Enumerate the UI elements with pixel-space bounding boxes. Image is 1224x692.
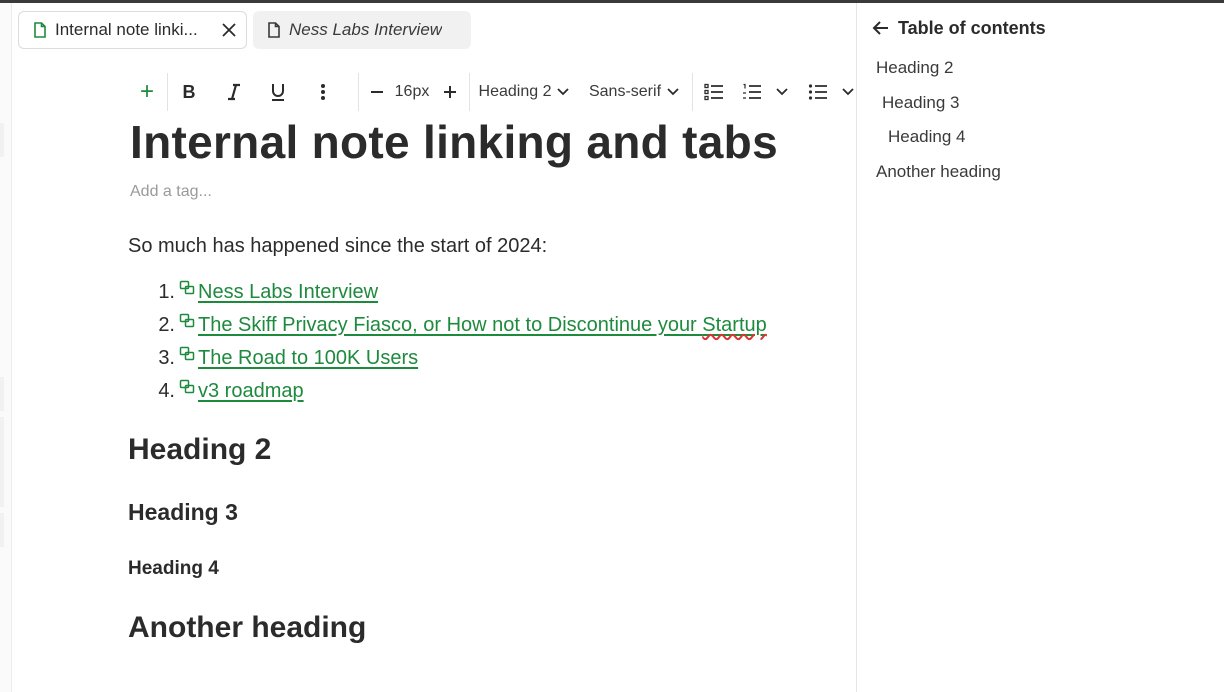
arrow-left-icon[interactable] xyxy=(872,20,890,36)
toc-item-another-heading[interactable]: Another heading xyxy=(876,162,1001,182)
list-item: 1. Ness Labs Interview xyxy=(155,278,378,306)
note-link[interactable]: The Road to 100K Users xyxy=(198,347,418,370)
chevron-down-icon xyxy=(557,88,570,96)
rail-marker xyxy=(0,417,4,507)
internal-link-icon xyxy=(179,280,195,296)
document-icon xyxy=(33,22,47,38)
intro-paragraph: So much has happened since the start of … xyxy=(128,235,548,257)
list-number: 2. xyxy=(158,313,175,336)
checklist-button[interactable] xyxy=(698,69,730,115)
heading-2: Heading 2 xyxy=(128,433,272,466)
increase-font-size-button[interactable] xyxy=(435,69,465,115)
numbered-list-icon xyxy=(743,83,761,99)
bullet-list-icon xyxy=(808,84,827,100)
note-link[interactable]: The Skiff Privacy Fiasco, or How not to … xyxy=(198,314,767,337)
more-options-button[interactable] xyxy=(306,69,340,115)
list-number: 3. xyxy=(158,346,175,369)
toc-item-heading-3[interactable]: Heading 3 xyxy=(882,93,960,113)
tag-input[interactable]: Add a tag... xyxy=(130,183,212,201)
note-link[interactable]: v3 roadmap xyxy=(198,380,304,403)
chevron-down-icon xyxy=(667,88,679,96)
bold-button[interactable]: B xyxy=(172,69,206,115)
close-icon[interactable] xyxy=(220,21,238,39)
bold-label: B xyxy=(182,81,196,102)
font-family-dropdown[interactable]: Sans-serif xyxy=(584,69,684,115)
chevron-down-icon xyxy=(776,88,788,96)
font-family-value: Sans-serif xyxy=(588,83,662,100)
document-title[interactable]: Internal note linking and tabs xyxy=(130,115,778,169)
internal-link-icon xyxy=(179,346,195,362)
underline-button[interactable] xyxy=(261,69,295,115)
insert-label: + xyxy=(139,78,154,105)
block-type-value: Heading 2 xyxy=(478,83,552,100)
heading-3: Heading 3 xyxy=(128,499,238,525)
rail-marker xyxy=(0,377,4,411)
italic-button[interactable] xyxy=(217,69,251,115)
another-heading: Another heading xyxy=(128,611,367,644)
misspelled-word: Startup xyxy=(702,313,767,336)
toc-item-heading-4[interactable]: Heading 4 xyxy=(888,127,966,147)
toc-item-heading-2[interactable]: Heading 2 xyxy=(876,58,954,78)
italic-icon xyxy=(228,83,240,101)
heading-4: Heading 4 xyxy=(128,558,219,579)
left-rail xyxy=(0,3,12,692)
toolbar-divider xyxy=(692,73,693,111)
note-link[interactable]: Ness Labs Interview xyxy=(198,281,378,304)
document-icon xyxy=(267,22,281,38)
tab-label: Internal note linki... xyxy=(55,20,198,39)
font-size-value: 16px xyxy=(394,83,430,100)
bullet-list-button[interactable] xyxy=(802,69,834,115)
list-item: 3. The Road to 100K Users xyxy=(155,344,418,372)
editor-pane: Internal note linki... Ness Labs Intervi… xyxy=(12,3,855,692)
chevron-down-icon xyxy=(842,88,854,96)
numbered-list-options-button[interactable] xyxy=(771,69,793,115)
numbered-list-button[interactable] xyxy=(736,69,768,115)
tab-internal-note[interactable]: Internal note linki... xyxy=(18,11,247,49)
more-vertical-icon xyxy=(321,84,325,100)
underline-icon xyxy=(272,84,284,101)
checklist-icon xyxy=(704,83,723,101)
font-size-field[interactable]: 16px xyxy=(392,69,432,115)
internal-link-icon xyxy=(179,313,195,329)
toc-header: Table of contents xyxy=(872,14,1046,42)
internal-link-icon xyxy=(179,379,195,395)
plus-icon xyxy=(444,86,456,98)
link-text: The Skiff Privacy Fiasco, or How not to … xyxy=(198,313,703,336)
insert-block-button[interactable]: + xyxy=(130,69,164,115)
list-item: 4. v3 roadmap xyxy=(155,377,304,405)
list-number: 4. xyxy=(158,379,175,402)
formatting-toolbar: + B 16px Heading 2 Sans-serif xyxy=(130,69,855,115)
toc-title: Table of contents xyxy=(898,17,1046,38)
decrease-font-size-button[interactable] xyxy=(364,69,390,115)
minus-icon xyxy=(371,91,383,93)
list-number: 1. xyxy=(158,280,175,303)
toc-divider xyxy=(856,3,857,692)
toolbar-divider xyxy=(167,73,168,111)
toolbar-divider xyxy=(469,73,470,111)
rail-marker xyxy=(0,123,4,157)
rail-marker xyxy=(0,513,4,547)
tab-ness-labs-interview[interactable]: Ness Labs Interview xyxy=(253,11,471,49)
toolbar-divider xyxy=(358,73,359,111)
tab-label: Ness Labs Interview xyxy=(289,20,443,39)
block-type-dropdown[interactable]: Heading 2 xyxy=(474,69,574,115)
list-item: 2. The Skiff Privacy Fiasco, or How not … xyxy=(155,311,767,339)
